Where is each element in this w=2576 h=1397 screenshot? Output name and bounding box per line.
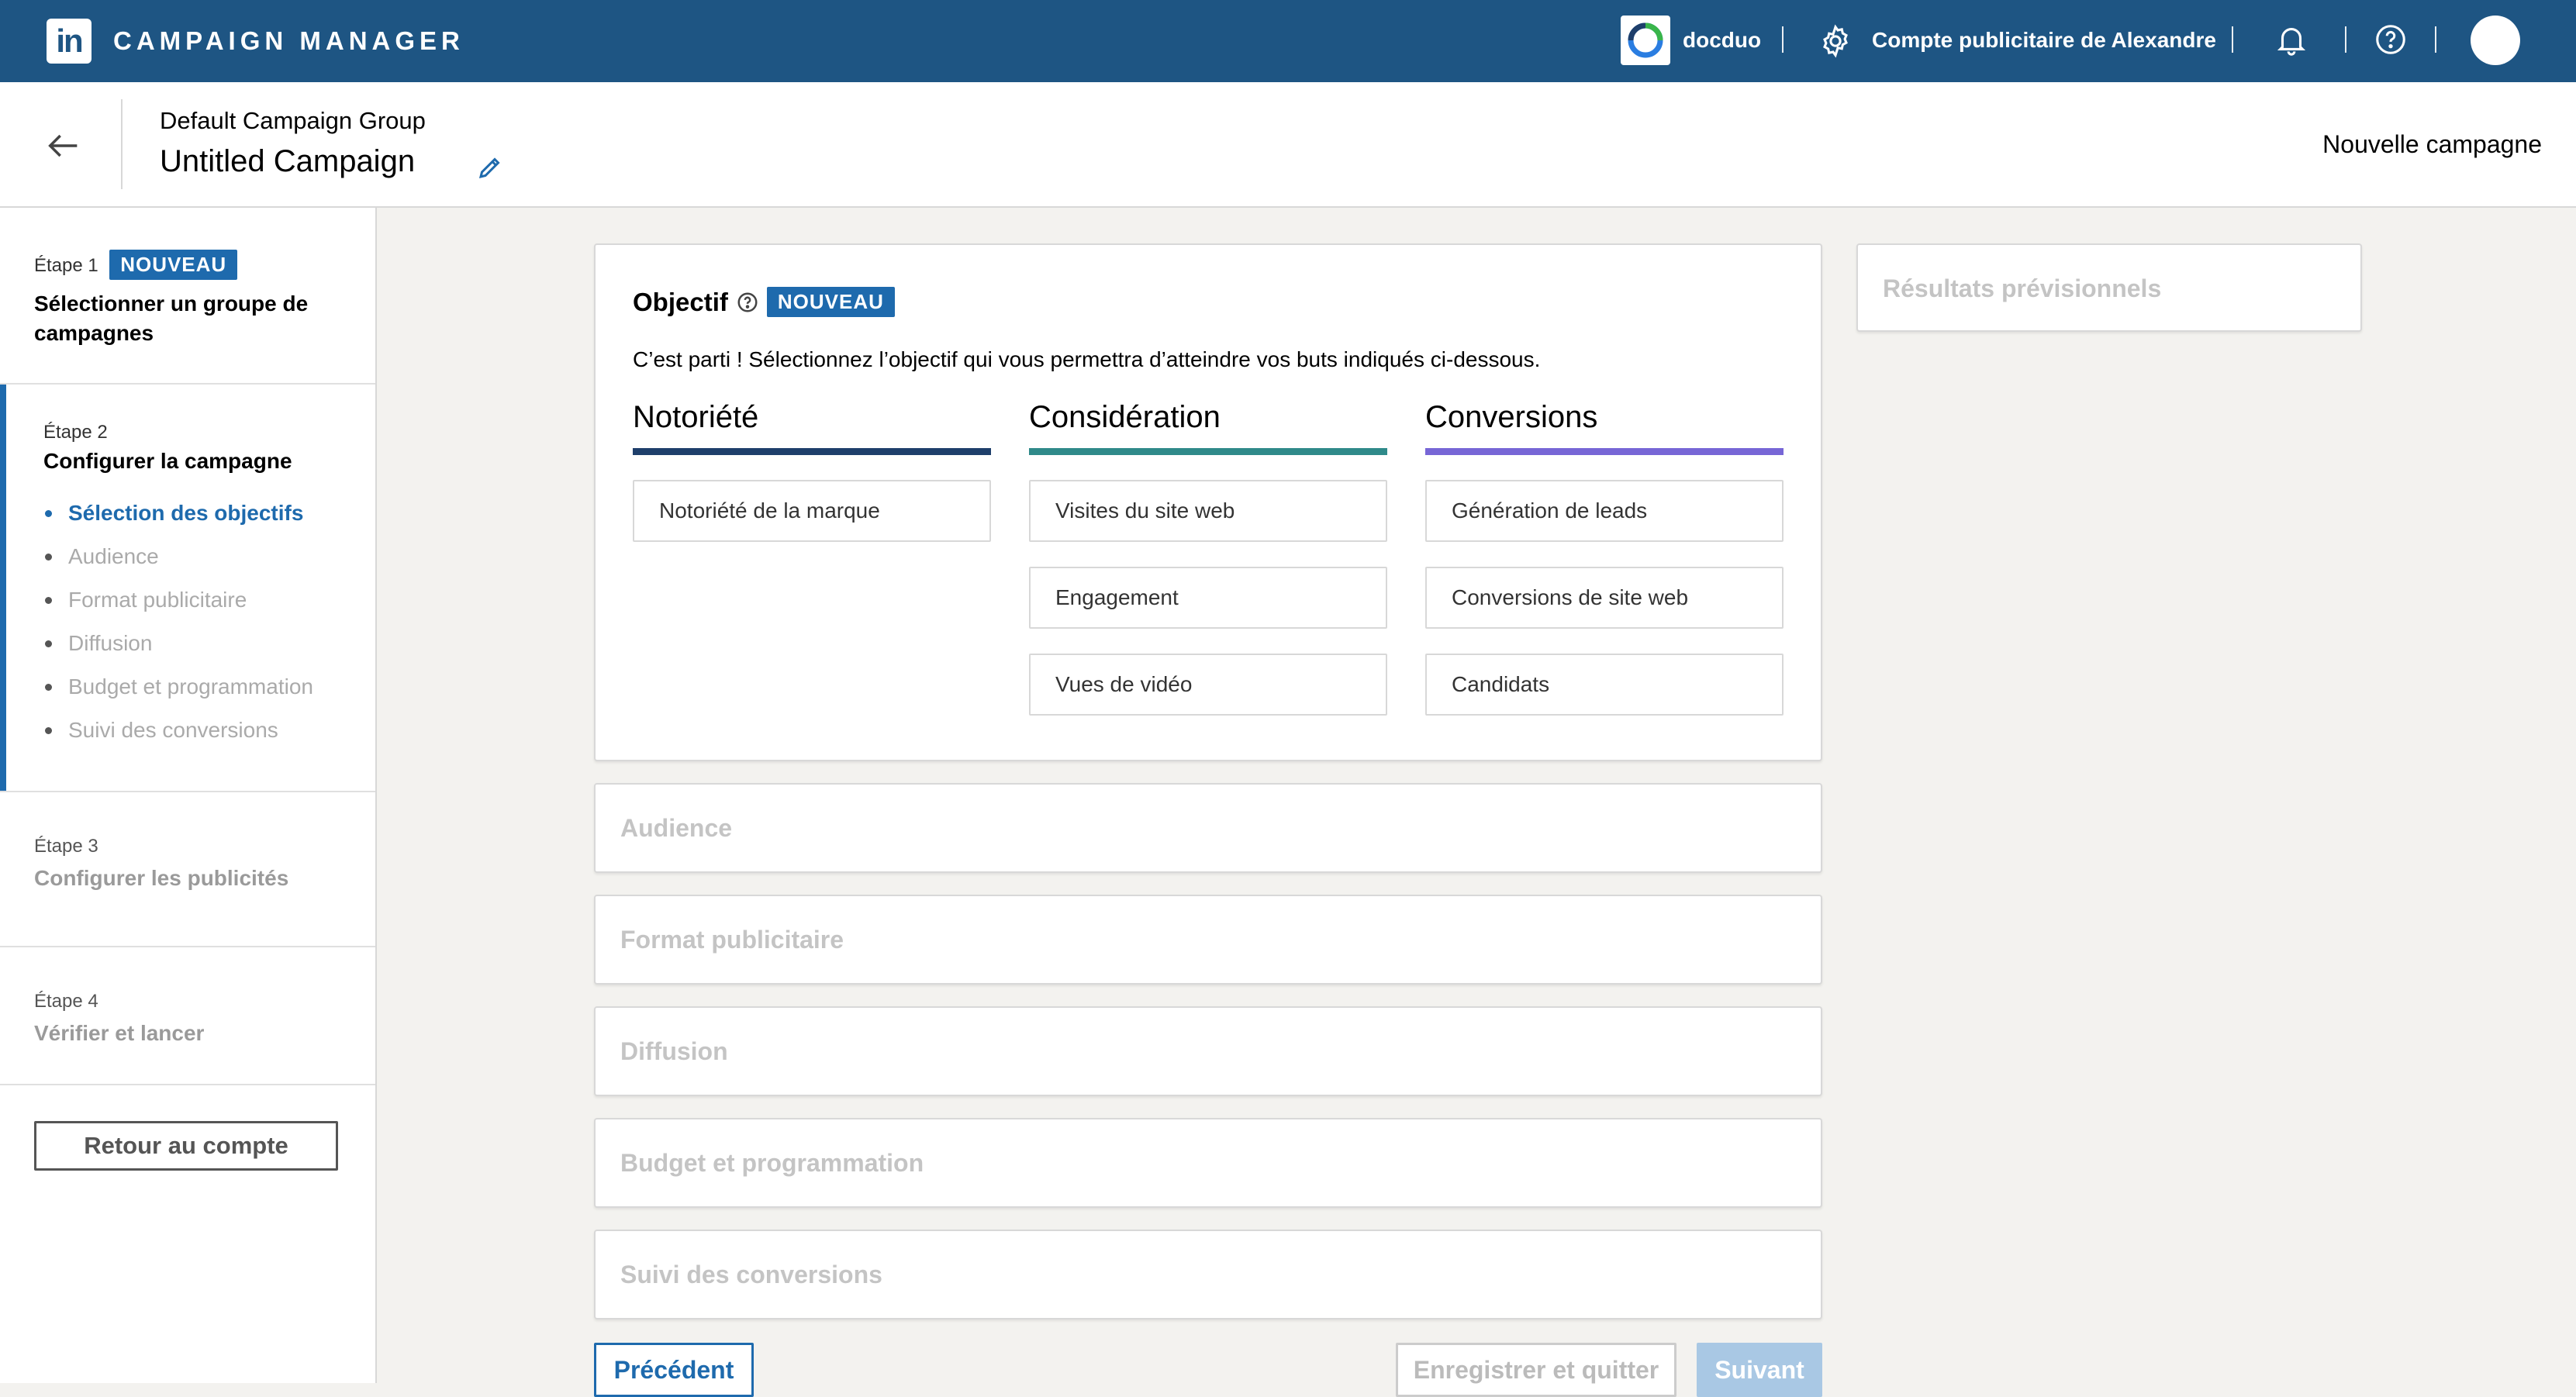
section-title: Audience <box>620 814 733 842</box>
step-number: Étape 4 <box>34 991 98 1012</box>
org-logo-icon[interactable] <box>1621 16 1670 65</box>
new-campaign-label: Nouvelle campagne <box>2322 130 2542 158</box>
org-name[interactable]: docduo <box>1683 28 1761 53</box>
substep-diffusion[interactable]: Diffusion <box>43 622 375 665</box>
column-color-bar <box>633 448 991 455</box>
pencil-icon[interactable] <box>476 153 504 181</box>
divider <box>2435 26 2436 53</box>
help-circle-icon[interactable] <box>736 291 759 314</box>
column-title: Notoriété <box>633 400 759 434</box>
next-button[interactable]: Suivant <box>1697 1343 1822 1397</box>
forecast-panel: Résultats prévisionnels <box>1856 243 2362 332</box>
save-and-quit-button[interactable]: Enregistrer et quitter <box>1396 1343 1676 1397</box>
substep-conversions[interactable]: Suivi des conversions <box>43 709 375 752</box>
bell-icon[interactable] <box>2274 22 2309 57</box>
option-job-applicants[interactable]: Candidats <box>1425 654 1784 716</box>
app-title: CAMPAIGN MANAGER <box>113 26 464 55</box>
section-title: Diffusion <box>620 1037 728 1065</box>
account-name[interactable]: Compte publicitaire de Alexandre <box>1872 28 2216 53</box>
objective-description: C’est parti ! Sélectionnez l’objectif qu… <box>633 347 1541 371</box>
new-badge: NOUVEAU <box>766 287 895 317</box>
option-website-visits[interactable]: Visites du site web <box>1029 480 1387 542</box>
section-title: Budget et programmation <box>620 1149 924 1177</box>
step-1[interactable]: Étape 1 NOUVEAU Sélectionner un groupe d… <box>0 208 375 385</box>
substep-list: Sélection des objectifs Audience Format … <box>43 492 375 752</box>
option-lead-generation[interactable]: Génération de leads <box>1425 480 1784 542</box>
option-website-conversions[interactable]: Conversions de site web <box>1425 567 1784 629</box>
avatar[interactable] <box>2471 16 2520 65</box>
gear-icon[interactable] <box>1818 23 1853 59</box>
option-engagement[interactable]: Engagement <box>1029 567 1387 629</box>
step-title: Configurer la campagne <box>43 449 292 473</box>
divider <box>121 99 123 189</box>
previous-button[interactable]: Précédent <box>594 1343 754 1397</box>
step-title: Vérifier et lancer <box>34 1021 205 1045</box>
option-video-views[interactable]: Vues de vidéo <box>1029 654 1387 716</box>
substep-budget[interactable]: Budget et programmation <box>43 665 375 709</box>
new-badge: NOUVEAU <box>109 250 238 280</box>
substep-ad-format[interactable]: Format publicitaire <box>43 578 375 622</box>
step-number: Étape 2 <box>43 422 108 443</box>
column-conversions: Conversions Génération de leads Conversi… <box>1425 400 1784 740</box>
objective-title: Objectif <box>633 287 728 316</box>
section-title: Format publicitaire <box>620 926 844 954</box>
help-icon[interactable] <box>2373 22 2409 57</box>
active-step-indicator <box>0 385 6 791</box>
column-awareness: Notoriété Notoriété de la marque <box>633 400 991 567</box>
step-title: Sélectionner un groupe de campagnes <box>34 291 309 345</box>
divider <box>2345 26 2346 53</box>
campaign-group-name: Default Campaign Group <box>160 107 426 134</box>
linkedin-logo-icon[interactable]: in <box>47 19 92 64</box>
step-number: Étape 3 <box>34 836 98 857</box>
objective-card: Objectif NOUVEAU C’est parti ! Sélection… <box>594 243 1822 761</box>
top-bar: in CAMPAIGN MANAGER docduo Compte public… <box>0 0 2576 82</box>
section-audience[interactable]: Audience <box>594 783 1822 873</box>
section-diffusion[interactable]: Diffusion <box>594 1006 1822 1096</box>
column-color-bar <box>1425 448 1784 455</box>
back-to-account-button[interactable]: Retour au compte <box>34 1121 338 1171</box>
campaign-header: Default Campaign Group Untitled Campaign… <box>0 82 2576 208</box>
column-consideration: Considération Visites du site web Engage… <box>1029 400 1387 740</box>
option-brand-awareness[interactable]: Notoriété de la marque <box>633 480 991 542</box>
divider <box>2232 26 2233 53</box>
step-number: Étape 1 <box>34 255 98 276</box>
substep-objectives[interactable]: Sélection des objectifs <box>43 492 375 535</box>
step-3[interactable]: Étape 3 Configurer les publicités <box>0 792 375 947</box>
column-title: Considération <box>1029 400 1221 434</box>
substep-audience[interactable]: Audience <box>43 535 375 578</box>
divider <box>1782 26 1784 53</box>
section-title: Suivi des conversions <box>620 1261 882 1288</box>
step-title: Configurer les publicités <box>34 866 289 890</box>
step-2[interactable]: Étape 2 Configurer la campagne Sélection… <box>0 385 375 792</box>
campaign-name: Untitled Campaign <box>160 144 416 178</box>
column-color-bar <box>1029 448 1387 455</box>
back-arrow-icon[interactable] <box>43 126 84 166</box>
steps-sidebar: Étape 1 NOUVEAU Sélectionner un groupe d… <box>0 208 377 1383</box>
section-budget[interactable]: Budget et programmation <box>594 1118 1822 1208</box>
column-title: Conversions <box>1425 400 1598 434</box>
step-4[interactable]: Étape 4 Vérifier et lancer <box>0 947 375 1085</box>
objective-heading: Objectif NOUVEAU <box>633 287 895 317</box>
section-ad-format[interactable]: Format publicitaire <box>594 895 1822 985</box>
forecast-title: Résultats prévisionnels <box>1883 274 2162 302</box>
section-conversion-tracking[interactable]: Suivi des conversions <box>594 1230 1822 1319</box>
